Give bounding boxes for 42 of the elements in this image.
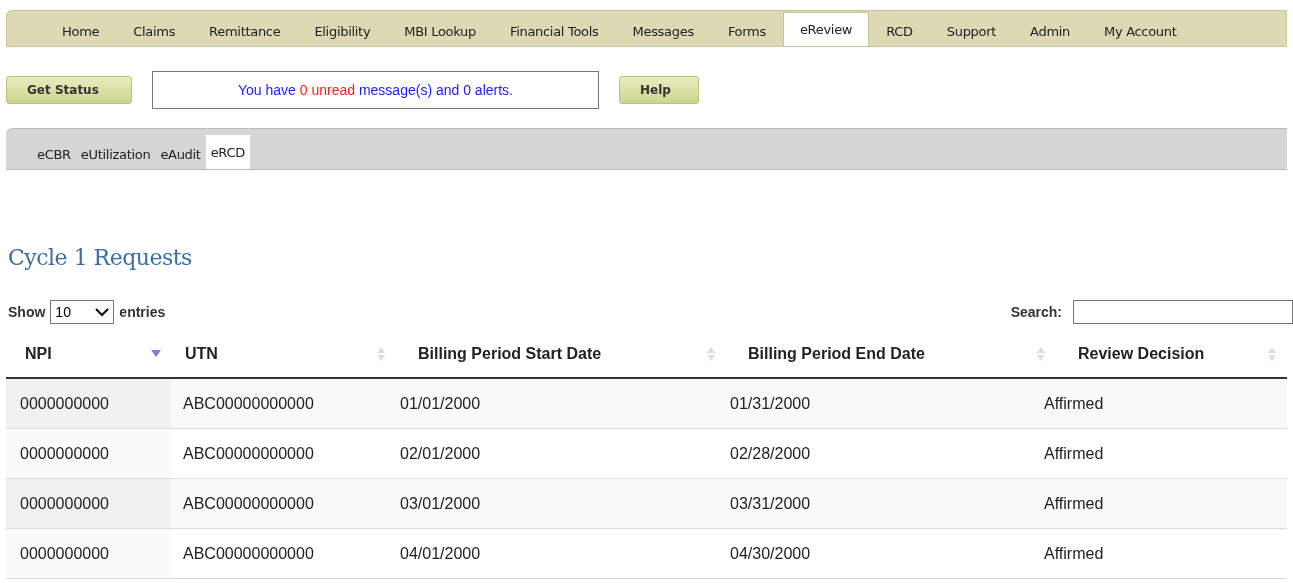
nav-tab[interactable]: RCD (869, 15, 930, 46)
table-cell: 0000000000 (6, 479, 171, 528)
table-cell: 0000000000 (6, 529, 171, 578)
table-cell: ABC00000000000 (171, 379, 396, 428)
table-cell: ABC00000000000 (171, 479, 396, 528)
section-heading: Cycle 1 Requests (8, 245, 193, 270)
nav-tab[interactable]: Claims (116, 15, 193, 46)
column-header[interactable]: Review Decision (1056, 330, 1287, 377)
column-header[interactable]: NPI (6, 330, 171, 377)
search-label: Search: (1010, 304, 1062, 320)
nav-tab[interactable]: Financial Tools (492, 15, 616, 46)
get-status-button[interactable]: Get Status (6, 76, 132, 104)
table-cell: Affirmed (1044, 379, 1287, 428)
nav-tab[interactable]: Eligibility (297, 15, 388, 46)
nav-tab[interactable]: MBI Lookup (387, 15, 493, 46)
chevron-down-icon (95, 307, 110, 317)
entries-select[interactable]: 10 (50, 300, 115, 324)
table-cell: Affirmed (1044, 479, 1287, 528)
show-label: Show (8, 304, 46, 320)
column-header[interactable]: UTN (171, 330, 396, 377)
column-header[interactable]: Billing Period End Date (726, 330, 1056, 377)
sub-tab[interactable]: eUtilization (75, 139, 156, 169)
column-header[interactable]: Billing Period Start Date (396, 330, 726, 377)
sub-tab[interactable]: eCBR (32, 139, 76, 169)
nav-tab[interactable]: Support (929, 15, 1014, 46)
table-cell: 01/01/2000 (396, 379, 726, 428)
nav-tab[interactable]: Messages (615, 15, 711, 46)
sub-tab[interactable]: eAudit (155, 139, 206, 169)
nav-tab[interactable]: Admin (1013, 15, 1087, 46)
help-button[interactable]: Help (619, 76, 699, 104)
nav-tab[interactable]: My Account (1087, 15, 1194, 46)
search-field[interactable] (1073, 300, 1293, 324)
nav-tab[interactable]: Remittance (192, 15, 298, 46)
nav-tab[interactable]: Forms (710, 15, 783, 46)
message-notice: You have 0 unread message(s) and 0 alerts. (152, 71, 599, 109)
sub-tab[interactable]: eRCD (205, 135, 250, 169)
table-cell: 0000000000 (6, 429, 171, 478)
entries-label: entries (119, 304, 166, 320)
nav-tab[interactable]: eReview (782, 12, 870, 46)
nav-tab[interactable]: Home (45, 15, 117, 46)
table-cell: 03/01/2000 (396, 479, 726, 528)
table-cell: 0000000000 (6, 379, 171, 428)
